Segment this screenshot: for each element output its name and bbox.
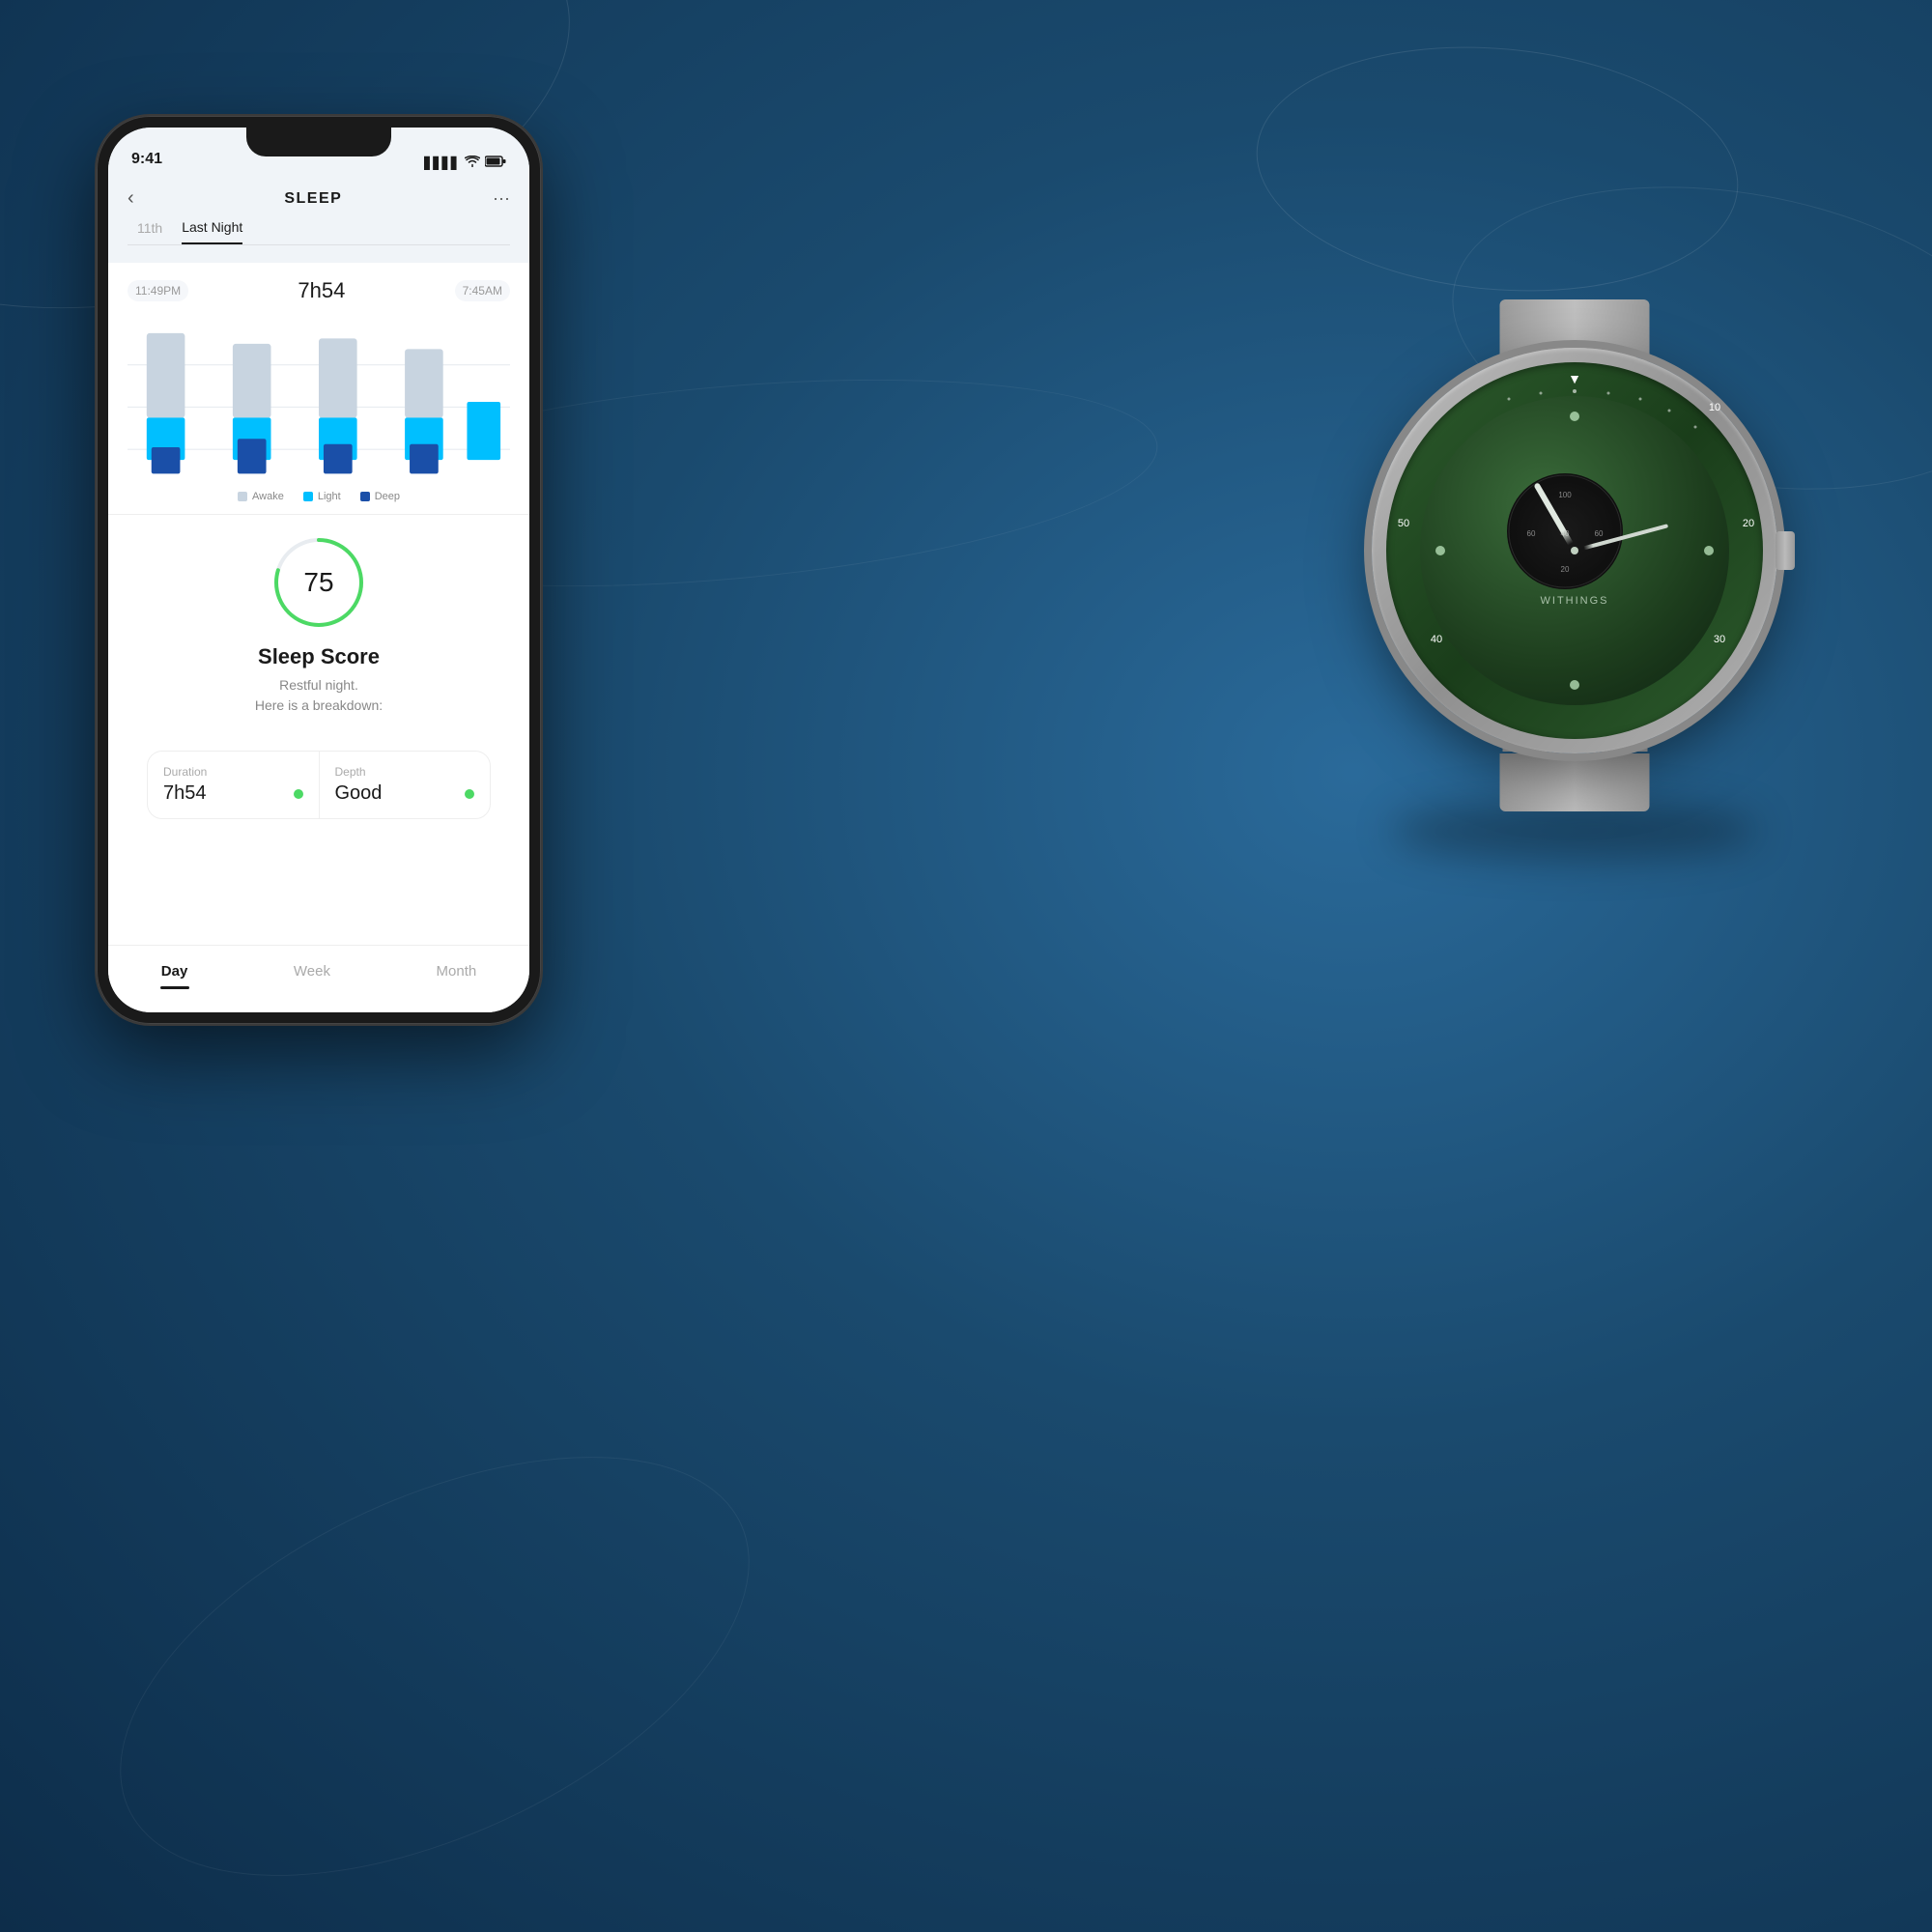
sleep-end-time: 7:45AM xyxy=(455,280,510,301)
svg-text:60: 60 xyxy=(1595,529,1604,538)
sleep-content: 11:49PM 7h54 7:45AM xyxy=(108,263,529,945)
nav-week[interactable]: Week xyxy=(294,963,330,995)
score-number: 75 xyxy=(270,534,367,631)
wifi-icon xyxy=(465,156,480,170)
duration-row: 7h54 xyxy=(163,782,303,805)
watch-brand: WITHINGS xyxy=(1541,595,1609,607)
nav-day[interactable]: Day xyxy=(161,963,188,995)
legend-light: Light xyxy=(303,491,341,502)
light-color xyxy=(303,492,313,501)
legend-awake: Awake xyxy=(238,491,284,502)
depth-label: Depth xyxy=(335,765,475,779)
back-button[interactable]: ‹ xyxy=(128,187,134,210)
watch-case: ▼ 10 20 30 40 50 xyxy=(1372,348,1777,753)
phone-notch xyxy=(246,128,391,156)
score-label: Sleep Score xyxy=(258,644,380,669)
watch-crown xyxy=(1776,531,1795,570)
svg-text:50: 50 xyxy=(1398,518,1409,529)
signal-icon: ▋▋▋▋ xyxy=(424,156,460,170)
svg-text:▼: ▼ xyxy=(1568,371,1581,386)
water-ripple-3 xyxy=(57,1370,812,1932)
chart-legend: Awake Light Deep xyxy=(108,487,529,514)
watch-bezel: ▼ 10 20 30 40 50 xyxy=(1386,362,1763,739)
duration-value: 7h54 xyxy=(163,782,207,805)
hour-marker-9 xyxy=(1435,546,1445,555)
svg-text:100: 100 xyxy=(1558,491,1572,499)
bottom-nav: Day Week Month xyxy=(108,945,529,1012)
duration-label: Duration xyxy=(163,765,303,779)
breakdown-container: Duration 7h54 Depth Good xyxy=(108,735,529,835)
nav-month[interactable]: Month xyxy=(437,963,477,995)
breakdown-duration: Duration 7h54 xyxy=(148,752,320,818)
tab-prev[interactable]: 11th xyxy=(137,220,162,243)
tab-row: 11th Last Night xyxy=(128,219,510,245)
awake-label: Awake xyxy=(252,491,284,502)
watch: ▼ 10 20 30 40 50 xyxy=(1294,270,1855,831)
hour-marker-6 xyxy=(1570,680,1579,690)
svg-text:60: 60 xyxy=(1527,529,1536,538)
score-desc-line1: Restful night. xyxy=(279,677,358,693)
watch-center-dot xyxy=(1571,547,1578,554)
sleep-chart xyxy=(108,313,529,487)
svg-text:30: 30 xyxy=(1714,634,1725,645)
hour-marker-3 xyxy=(1704,546,1714,555)
duration-status-dot xyxy=(294,789,303,799)
score-description: Restful night. Here is a breakdown: xyxy=(255,675,383,716)
awake-color xyxy=(238,492,247,501)
sleep-duration: 7h54 xyxy=(298,278,345,303)
breakdown-depth: Depth Good xyxy=(320,752,491,818)
watch-dial: 100 60 20 60 40 xyxy=(1420,396,1729,705)
score-section: 75 Sleep Score Restful night. Here is a … xyxy=(108,514,529,735)
status-time: 9:41 xyxy=(131,151,162,170)
header-row: ‹ SLEEP ··· xyxy=(128,187,510,210)
legend-deep: Deep xyxy=(360,491,400,502)
more-button[interactable]: ··· xyxy=(493,188,510,209)
light-label: Light xyxy=(318,491,341,502)
depth-status-dot xyxy=(465,789,474,799)
svg-text:20: 20 xyxy=(1561,565,1570,574)
app-header: ‹ SLEEP ··· 11th Last Night xyxy=(108,176,529,245)
deep-color xyxy=(360,492,370,501)
status-icons: ▋▋▋▋ xyxy=(424,156,506,170)
tab-last-night[interactable]: Last Night xyxy=(182,219,242,244)
depth-row: Good xyxy=(335,782,475,805)
sleep-time-header: 11:49PM 7h54 7:45AM xyxy=(108,263,529,313)
battery-icon xyxy=(485,156,506,170)
score-desc-line2: Here is a breakdown: xyxy=(255,697,383,713)
svg-text:10: 10 xyxy=(1709,402,1720,413)
phone: 9:41 ▋▋▋▋ xyxy=(97,116,541,1024)
score-circle: 75 xyxy=(270,534,367,631)
watch-body: ▼ 10 20 30 40 50 xyxy=(1294,270,1855,831)
svg-text:40: 40 xyxy=(1431,634,1442,645)
breakdown-section: Duration 7h54 Depth Good xyxy=(147,751,491,819)
phone-body: 9:41 ▋▋▋▋ xyxy=(97,116,541,1024)
sleep-start-time: 11:49PM xyxy=(128,280,188,301)
hour-marker-12 xyxy=(1570,412,1579,421)
page-title: SLEEP xyxy=(284,190,342,208)
phone-screen: 9:41 ▋▋▋▋ xyxy=(108,128,529,1012)
svg-text:20: 20 xyxy=(1743,518,1754,529)
band-bot-3 xyxy=(1500,753,1650,811)
deep-label: Deep xyxy=(375,491,400,502)
depth-value: Good xyxy=(335,782,383,805)
